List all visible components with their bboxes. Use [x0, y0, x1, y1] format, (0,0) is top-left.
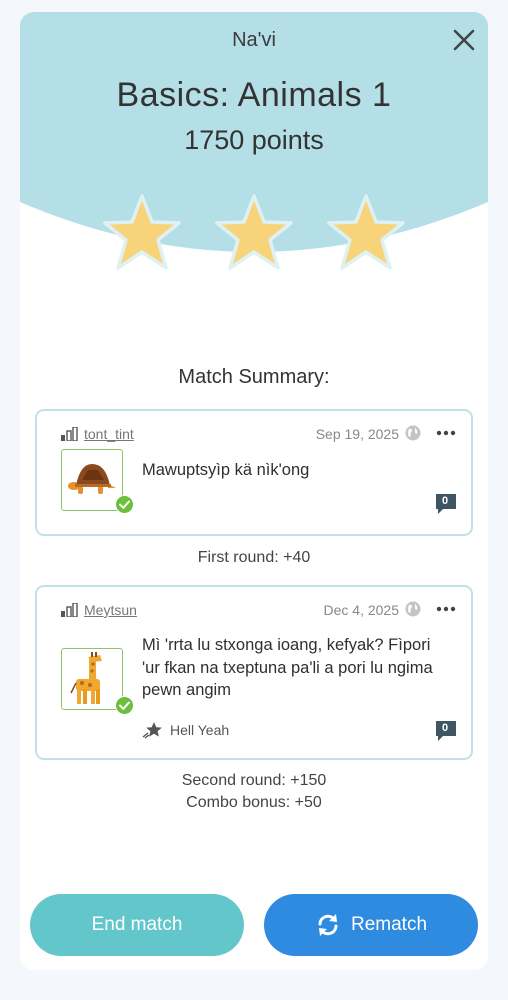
second-round-score: Second round: +150	[181, 772, 327, 789]
correct-check-icon	[115, 495, 134, 514]
match-summary-title: Match Summary:	[178, 366, 330, 388]
rematch-button[interactable]: Rematch	[264, 894, 478, 956]
entry-date: Sep 19, 2025	[315, 426, 399, 442]
entry-sentence: Mì 'rrta lu stxonga ioang, kefyak? Fìpor…	[142, 634, 468, 702]
more-options-icon[interactable]	[435, 599, 457, 619]
end-match-label: End match	[91, 914, 183, 935]
star-icon	[327, 194, 405, 270]
username-link[interactable]: Meytsun	[84, 602, 137, 618]
giraffe-image	[61, 648, 123, 710]
match-result-card: Na'vi Basics: Animals 1 1750 points Matc…	[20, 12, 488, 970]
star-icon	[103, 194, 181, 270]
language-title: Na'vi	[232, 29, 276, 51]
more-options-icon[interactable]	[435, 423, 457, 443]
reaction-badge[interactable]: Hell Yeah	[142, 721, 229, 739]
comment-count: 0	[441, 722, 449, 734]
username-link[interactable]: tont_tint	[84, 426, 134, 442]
globe-icon	[405, 425, 421, 441]
points-total: 1750 points	[184, 125, 324, 155]
end-match-button[interactable]: End match	[30, 894, 244, 956]
round-entry-card[interactable]: Meytsun Dec 4, 2025 Mì 'rrta lu stxonga …	[35, 585, 473, 760]
entry-sentence-line: Mì 'rrta lu stxonga ioang, kefyak? Fìpor…	[142, 636, 431, 654]
rematch-label: Rematch	[350, 914, 428, 935]
signal-strength-icon	[61, 427, 78, 441]
lesson-title: Basics: Animals 1	[116, 76, 392, 114]
entry-user: tont_tint	[61, 425, 134, 443]
combo-bonus-score: Combo bonus: +50	[186, 794, 322, 811]
comment-count: 0	[441, 495, 449, 507]
close-icon[interactable]	[450, 26, 478, 54]
turtle-image	[61, 449, 123, 511]
entry-user: Meytsun	[61, 601, 137, 619]
entry-date: Dec 4, 2025	[323, 602, 400, 618]
entry-sentence-line: 'ur fkan na txeptuna pa'li a pori lu ngi…	[142, 658, 433, 677]
signal-strength-icon	[61, 603, 78, 617]
shooting-star-icon	[142, 722, 162, 739]
first-round-score: First round: +40	[197, 549, 311, 566]
entry-sentence-line: pewn angim	[142, 681, 231, 699]
star-icon	[215, 194, 293, 270]
globe-icon	[405, 601, 421, 617]
giraffe-icon	[70, 652, 102, 704]
correct-check-icon	[115, 696, 134, 715]
refresh-icon	[318, 914, 338, 936]
reaction-label: Hell Yeah	[170, 722, 230, 738]
round-entry-card[interactable]: tont_tint Sep 19, 2025 Mawuptsyìp kä nìk…	[35, 409, 473, 536]
turtle-icon	[68, 464, 116, 494]
entry-sentence: Mawuptsyìp kä nìk'ong	[142, 461, 310, 479]
